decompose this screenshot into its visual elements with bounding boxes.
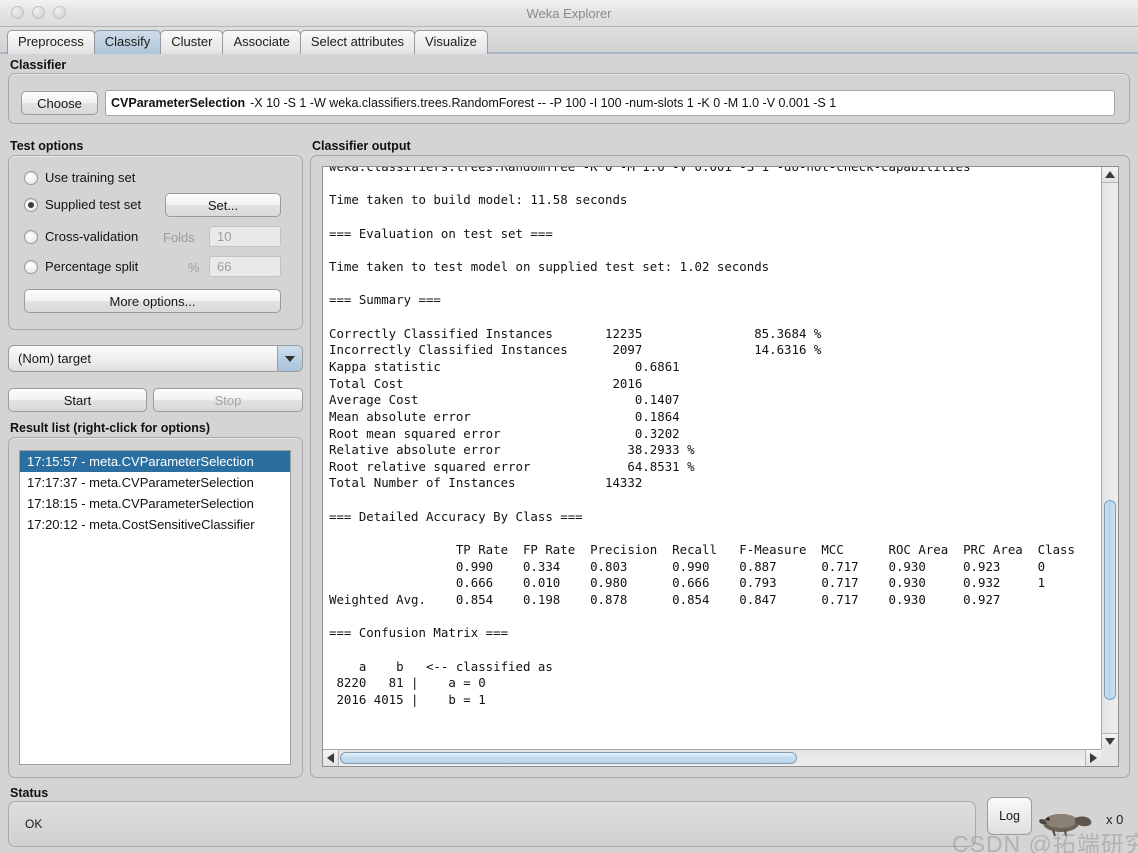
output-horizontal-scroll-thumb[interactable]	[340, 752, 797, 764]
classifier-name: CVParameterSelection	[111, 96, 246, 110]
tab-associate[interactable]: Associate	[222, 30, 301, 54]
classifier-options: -X 10 -S 1 -W weka.classifiers.trees.Ran…	[250, 96, 837, 110]
test-options-section-label: Test options	[10, 139, 84, 153]
more-options-button[interactable]: More options...	[24, 289, 281, 313]
radio-percentage-split-label: Percentage split	[45, 259, 139, 274]
start-button[interactable]: Start	[8, 388, 147, 412]
classifier-output-section-label: Classifier output	[312, 139, 411, 153]
folds-input[interactable]: 10	[209, 226, 281, 247]
radio-use-training-set-label: Use training set	[45, 170, 136, 185]
radio-supplied-test-set-label: Supplied test set	[45, 197, 142, 212]
set-button[interactable]: Set...	[165, 193, 281, 217]
tab-strip: Preprocess Classify Cluster Associate Se…	[0, 27, 1138, 54]
radio-percentage-split[interactable]: Percentage split	[24, 259, 138, 274]
radio-supplied-test-set[interactable]: Supplied test set	[24, 197, 141, 212]
list-item[interactable]: 17:18:15 - meta.CVParameterSelection	[20, 493, 290, 514]
classifier-output-area[interactable]: weka.classifiers.trees.RandomTree -K 0 -…	[322, 166, 1119, 767]
radio-supplied-test-set-indicator	[24, 197, 38, 212]
tab-preprocess[interactable]: Preprocess	[7, 30, 95, 54]
list-item[interactable]: 17:20:12 - meta.CostSensitiveClassifier	[20, 514, 290, 535]
result-list-section-label: Result list (right-click for options)	[10, 421, 211, 435]
tab-classify[interactable]: Classify	[93, 30, 162, 54]
scroll-down-arrow-icon[interactable]	[1102, 733, 1118, 749]
result-list[interactable]: 17:15:57 - meta.CVParameterSelection 17:…	[19, 450, 291, 765]
weka-bird-icon	[1039, 814, 1092, 837]
radio-cross-validation[interactable]: Cross-validation	[24, 229, 138, 244]
radio-use-training-set[interactable]: Use training set	[24, 170, 135, 185]
scroll-up-arrow-icon[interactable]	[1102, 167, 1118, 183]
folds-label: Folds	[163, 230, 195, 245]
percent-label: %	[188, 260, 200, 275]
output-vertical-scroll-thumb[interactable]	[1104, 500, 1116, 700]
radio-cross-validation-indicator	[24, 229, 38, 244]
scrollbar-corner	[1101, 749, 1118, 766]
status-section-label: Status	[10, 786, 49, 800]
scroll-right-arrow-icon[interactable]	[1085, 750, 1101, 766]
radio-cross-validation-label: Cross-validation	[45, 229, 139, 244]
list-item[interactable]: 17:15:57 - meta.CVParameterSelection	[20, 451, 290, 472]
weka-explorer-window: Weka Explorer Preprocess Classify Cluste…	[0, 0, 1138, 853]
run-count-label: x 0	[1106, 812, 1124, 827]
stop-button: Stop	[153, 388, 303, 412]
classifier-command-field[interactable]: CVParameterSelection -X 10 -S 1 -W weka.c…	[105, 90, 1115, 116]
window-title: Weka Explorer	[526, 6, 612, 21]
list-item[interactable]: 17:17:37 - meta.CVParameterSelection	[20, 472, 290, 493]
output-vertical-scrollbar[interactable]	[1101, 167, 1118, 749]
radio-use-training-set-indicator	[24, 170, 38, 185]
tab-select-attributes[interactable]: Select attributes	[299, 30, 416, 54]
choose-button[interactable]: Choose	[21, 91, 98, 115]
class-attribute-combo[interactable]: (Nom) target	[8, 345, 303, 372]
classifier-section-label: Classifier	[10, 58, 67, 72]
log-button[interactable]: Log	[987, 797, 1032, 835]
title-bar: Weka Explorer	[0, 0, 1138, 27]
output-horizontal-scrollbar[interactable]	[323, 749, 1101, 766]
class-attribute-value: (Nom) target	[18, 351, 91, 366]
tab-visualize[interactable]: Visualize	[414, 30, 488, 54]
percent-input[interactable]: 66	[209, 256, 281, 277]
radio-percentage-split-indicator	[24, 259, 38, 274]
status-message: OK	[25, 817, 43, 831]
tab-cluster[interactable]: Cluster	[160, 30, 224, 54]
classifier-output-text: weka.classifiers.trees.RandomTree -K 0 -…	[329, 166, 1075, 707]
status-bar: OK	[8, 801, 976, 847]
chevron-down-icon[interactable]	[277, 346, 302, 371]
scroll-left-arrow-icon[interactable]	[323, 750, 339, 766]
